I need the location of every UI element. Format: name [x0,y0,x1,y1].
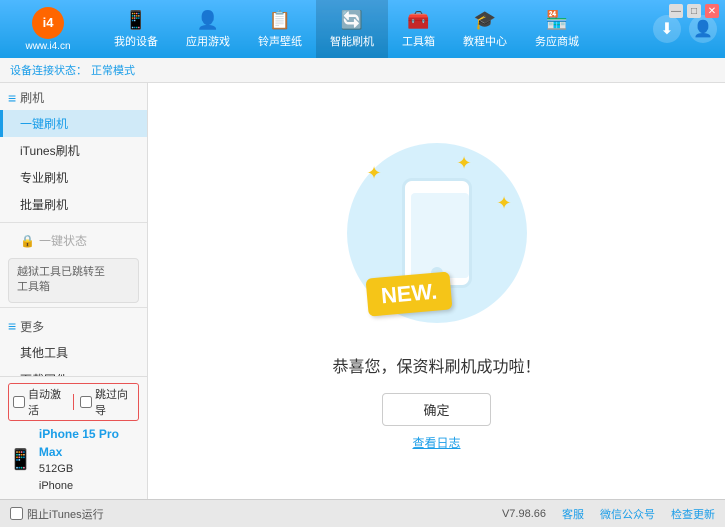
nav-apps-games[interactable]: 👤 应用游戏 [172,0,244,58]
lock-icon: 🔒 [20,234,35,248]
phone-illustration: ✦ ✦ ✦ NEW. [337,133,537,333]
sparkle-icon-1: ✦ [367,163,382,184]
sidebar-item-download-firmware[interactable]: 下载固件 [0,366,147,376]
nav-bar: 📱 我的设备 👤 应用游戏 📋 铃声壁纸 🔄 智能刷机 🧰 工具箱 🎓 [100,0,653,58]
my-device-icon: 📱 [125,10,147,31]
nav-ringtone-label: 铃声壁纸 [258,33,302,49]
breadcrumb-status: 正常模式 [91,62,135,78]
logo-icon: i4 [32,7,64,39]
smart-flash-icon: 🔄 [341,10,363,31]
sidebar-section-flash: ≡ 刷机 [0,83,147,110]
status-right: V7.98.66 客服 微信公众号 检查更新 [502,506,715,522]
one-key-flash-label: 一键刷机 [20,117,68,131]
status-bar: 阻止iTunes运行 V7.98.66 客服 微信公众号 检查更新 [0,499,725,527]
nav-apps-games-label: 应用游戏 [186,33,230,49]
toolbox-icon: 🧰 [407,10,429,31]
phone-screen [411,193,469,278]
block-itunes-checkbox[interactable] [10,507,23,520]
app-window: — □ ✕ i4 www.i4.cn 📱 我的设备 👤 应用游戏 📋 铃声壁纸 [0,0,725,527]
pro-flash-label: 专业刷机 [20,171,68,185]
breadcrumb: 设备连接状态： 正常模式 [0,58,725,83]
nav-business[interactable]: 🏪 务应商城 [521,0,593,58]
checkbox-row: 自动激活 跳过向导 [8,383,139,421]
nav-toolbox[interactable]: 🧰 工具箱 [388,0,449,58]
version-text: V7.98.66 [502,508,546,520]
success-message: 恭喜您，保资料刷机成功啦！ [332,353,540,377]
device-info: 📱 iPhone 15 Pro Max 512GB iPhone [8,425,139,494]
sidebar-note: 越狱工具已跳转至工具箱 [8,258,139,303]
sidebar-divider-2 [0,307,147,308]
auto-activate-checkbox[interactable] [13,396,25,408]
apps-games-icon: 👤 [197,10,219,31]
more-section-icon: ≡ [8,318,16,334]
nav-toolbox-label: 工具箱 [402,33,435,49]
skip-wizard-checkbox[interactable] [80,396,92,408]
tutorial-icon: 🎓 [474,10,496,31]
nav-business-label: 务应商城 [535,33,579,49]
wechat-link[interactable]: 微信公众号 [600,506,655,522]
customer-service-link[interactable]: 客服 [562,506,584,522]
skip-wizard-item: 跳过向导 [80,386,134,418]
device-section: 自动激活 跳过向导 📱 iPhone 15 Pro Max 512GB iPho… [0,376,148,500]
sparkle-icon-3: ✦ [457,153,472,174]
breadcrumb-label: 设备连接状态： [10,62,87,78]
auto-activate-item: 自动激活 [13,386,67,418]
body-area: ≡ 刷机 一键刷机 iTunes刷机 专业刷机 批量刷机 🔒 [0,83,725,500]
device-phone-icon: 📱 [8,447,33,472]
ringtone-icon: 📋 [269,10,291,31]
itunes-flash-label: iTunes刷机 [20,144,80,158]
device-details: iPhone 15 Pro Max 512GB iPhone [39,425,139,494]
nav-smart-flash-label: 智能刷机 [330,33,374,49]
nav-my-device[interactable]: 📱 我的设备 [100,0,172,58]
business-icon: 🏪 [546,10,568,31]
device-storage: 512GB [39,461,139,478]
nav-smart-flash[interactable]: 🔄 智能刷机 [316,0,388,58]
sidebar: ≡ 刷机 一键刷机 iTunes刷机 专业刷机 批量刷机 🔒 [0,83,148,500]
logo: i4 www.i4.cn [8,7,88,52]
sparkle-icon-2: ✦ [497,193,512,214]
content-area: ✦ ✦ ✦ NEW. 恭喜您，保资料刷机成功啦！ 确定 查看日志 [148,83,725,500]
header-right: ⬇ 👤 [653,15,717,43]
sidebar-divider-1 [0,222,147,223]
status-left: 阻止iTunes运行 [10,506,104,522]
nav-tutorial-label: 教程中心 [463,33,507,49]
device-name: iPhone 15 Pro Max [39,425,139,461]
confirm-button[interactable]: 确定 [382,393,490,426]
device-type: iPhone [39,478,139,495]
sidebar-section-more: ≡ 更多 [0,312,147,339]
maximize-button[interactable]: □ [687,4,701,18]
block-itunes-label: 阻止iTunes运行 [27,506,104,522]
sidebar-item-other-tools[interactable]: 其他工具 [0,339,147,366]
sidebar-disabled-state: 🔒 一键状态 [0,227,147,254]
sidebar-note-text: 越狱工具已跳转至工具箱 [17,266,105,293]
log-link[interactable]: 查看日志 [412,434,460,451]
account-button[interactable]: 👤 [689,15,717,43]
sidebar-item-itunes-flash[interactable]: iTunes刷机 [0,137,147,164]
sidebar-item-batch-flash[interactable]: 批量刷机 [0,191,147,218]
nav-ringtone[interactable]: 📋 铃声壁纸 [244,0,316,58]
other-tools-label: 其他工具 [20,346,68,360]
sidebar-item-pro-flash[interactable]: 专业刷机 [0,164,147,191]
nav-my-device-label: 我的设备 [114,33,158,49]
auto-activate-label: 自动激活 [28,386,67,418]
sidebar-scroll: ≡ 刷机 一键刷机 iTunes刷机 专业刷机 批量刷机 🔒 [0,83,147,376]
skip-wizard-label: 跳过向导 [95,386,134,418]
window-controls: — □ ✕ [669,4,719,18]
flash-section-icon: ≡ [8,90,16,106]
batch-flash-label: 批量刷机 [20,198,68,212]
close-button[interactable]: ✕ [705,4,719,18]
download-button[interactable]: ⬇ [653,15,681,43]
nav-tutorial[interactable]: 🎓 教程中心 [449,0,521,58]
sidebar-item-one-key-flash[interactable]: 一键刷机 [0,110,147,137]
checkbox-divider [73,394,74,410]
logo-subtitle: www.i4.cn [25,41,70,52]
header: i4 www.i4.cn 📱 我的设备 👤 应用游戏 📋 铃声壁纸 🔄 智能刷机 [0,0,725,58]
check-update-link[interactable]: 检查更新 [671,506,715,522]
new-badge: NEW. [365,271,452,316]
phone-body [402,178,472,288]
minimize-button[interactable]: — [669,4,683,18]
